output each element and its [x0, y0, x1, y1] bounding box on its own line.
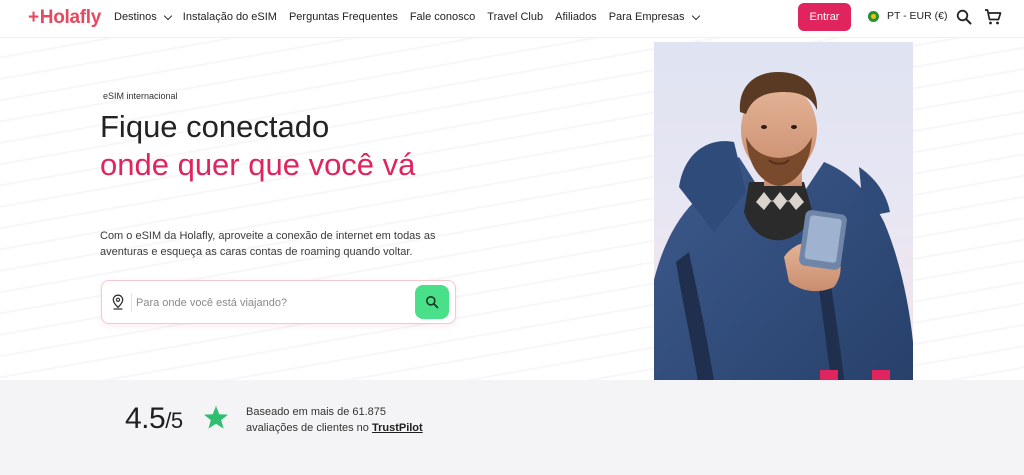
- trustpilot-link[interactable]: TrustPilot: [372, 422, 423, 434]
- nav-item-perguntas-frequentes[interactable]: Perguntas Frequentes: [289, 11, 398, 23]
- search-icon[interactable]: [956, 9, 972, 25]
- nav-item-destinos[interactable]: Destinos: [114, 11, 173, 23]
- top-navigation-bar: +Holafly Destinos Instalação do eSIM Per…: [0, 0, 1024, 38]
- hero-title-highlight: onde quer que você vá: [100, 147, 416, 182]
- chevron-down-icon: [691, 11, 700, 20]
- search-divider: [131, 293, 132, 312]
- nav-item-para-empresas[interactable]: Para Empresas: [609, 11, 700, 23]
- rating-description: Baseado em mais de 61.875 avaliações de …: [246, 406, 423, 434]
- rating-score: 4.5/5: [125, 402, 183, 435]
- holafly-logo[interactable]: +Holafly: [28, 7, 101, 29]
- hero-subtitle: Com o eSIM da Holafly, aproveite a conex…: [100, 230, 436, 258]
- destination-search-input[interactable]: [136, 292, 406, 314]
- brazil-flag-icon: [868, 10, 879, 22]
- locale-selector[interactable]: PT - EUR (€): [868, 10, 947, 22]
- rating-max: /5: [165, 408, 183, 433]
- nav-item-instalacao-esim[interactable]: Instalação do eSIM: [183, 11, 277, 23]
- login-button[interactable]: Entrar: [798, 3, 851, 31]
- chevron-down-icon: [163, 11, 173, 20]
- hero-title: Fique conectado onde quer que você vá: [100, 109, 416, 182]
- search-submit-button[interactable]: [415, 285, 449, 319]
- location-pin-icon: [112, 294, 124, 310]
- hero-section: eSIM internacional Fique conectado onde …: [0, 38, 1024, 458]
- nav-item-fale-conosco[interactable]: Fale conosco: [410, 11, 475, 23]
- search-icon: [426, 296, 439, 309]
- hero-eyebrow: eSIM internacional: [103, 91, 178, 101]
- main-nav: Destinos Instalação do eSIM Perguntas Fr…: [114, 11, 711, 23]
- cart-icon[interactable]: [984, 8, 1002, 26]
- star-icon: [204, 406, 228, 429]
- destination-search: [101, 280, 456, 324]
- nav-item-afiliados[interactable]: Afiliados: [555, 11, 597, 23]
- nav-item-travel-club[interactable]: Travel Club: [487, 11, 543, 23]
- rating-section: 4.5/5 Baseado em mais de 61.875 avaliaçõ…: [0, 380, 1024, 475]
